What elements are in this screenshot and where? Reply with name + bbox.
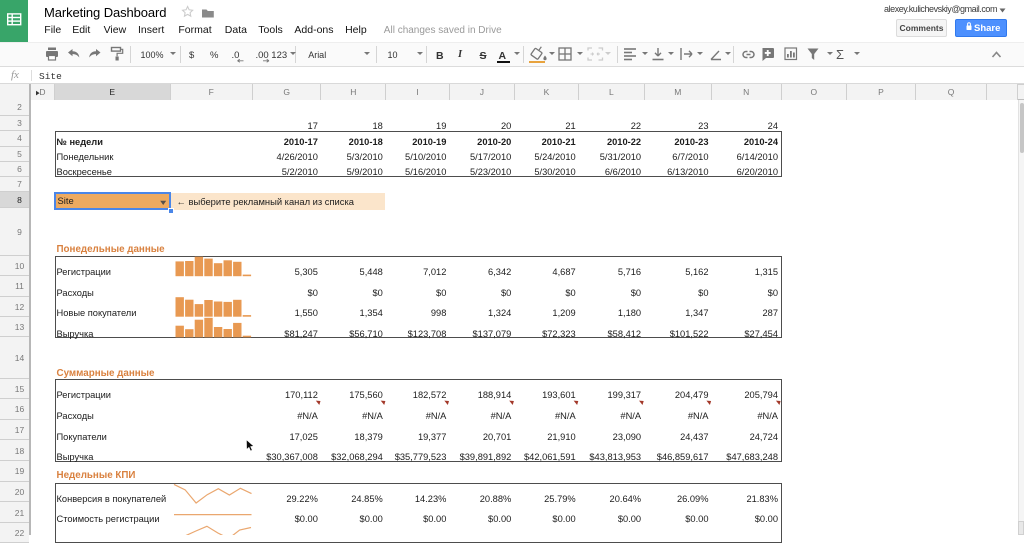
svg-text:Σ: Σ (836, 47, 844, 62)
